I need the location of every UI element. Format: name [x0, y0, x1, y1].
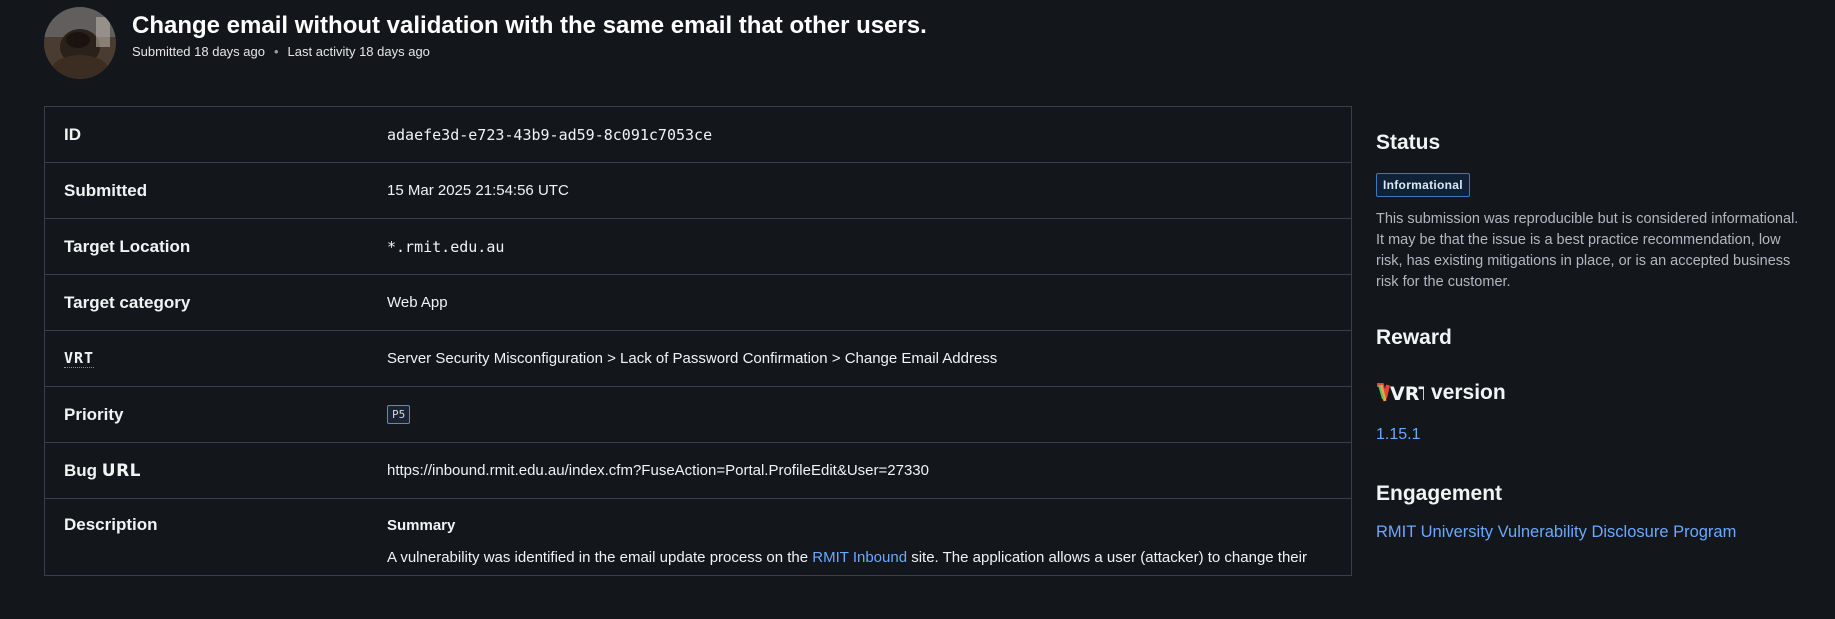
description-body: Summary A vulnerability was identified i…: [387, 517, 1327, 568]
vrt-version-link[interactable]: 1.15.1: [1376, 426, 1420, 444]
table-row: Submitted 15 Mar 2025 21:54:56 UTC: [45, 163, 1351, 219]
submission-meta: Submitted 18 days ago • Last activity 18 d…: [132, 44, 430, 59]
bug-url-label-prefix: Bug: [64, 460, 102, 480]
rmit-inbound-link[interactable]: RMIT Inbound: [812, 549, 907, 566]
target-category-label: Target category: [64, 292, 191, 312]
vrt-value: Server Security Misconfiguration > Lack …: [387, 350, 998, 367]
bug-url-value: https://inbound.rmit.edu.au/index.cfm?Fu…: [387, 462, 929, 479]
table-row: Priority P5: [45, 387, 1351, 443]
id-label: ID: [64, 124, 81, 144]
table-row: ID adaefe3d-e723-43b9-ad59-8c091c7053ce: [45, 107, 1351, 163]
submission-details-table: ID adaefe3d-e723-43b9-ad59-8c091c7053ce …: [44, 106, 1352, 576]
description-label: Description: [64, 515, 158, 534]
submitted-label: Submitted: [64, 180, 148, 200]
target-location-value: *.rmit.edu.au: [387, 237, 505, 256]
summary-heading: Summary: [387, 517, 456, 534]
description-paragraph: A vulnerability was identified in the em…: [387, 548, 1327, 568]
table-row: VRT Server Security Misconfiguration > L…: [45, 331, 1351, 387]
description-text-cont: site. The application allows a user (att…: [907, 549, 1307, 566]
reward-heading: Reward: [1376, 326, 1452, 349]
avatar[interactable]: [44, 7, 116, 79]
table-row: Target category Web App: [45, 275, 1351, 331]
target-location-label: Target Location: [64, 236, 191, 256]
engagement-link[interactable]: RMIT University Vulnerability Disclosure…: [1376, 523, 1736, 542]
engagement-heading: Engagement: [1376, 482, 1503, 505]
vrt-version-label: version: [1431, 381, 1506, 404]
submitted-ago: Submitted 18 days ago: [132, 44, 265, 59]
table-row: Bug URL https://inbound.rmit.edu.au/inde…: [45, 443, 1351, 499]
vrt-logo-icon: VRT: [1376, 382, 1424, 404]
description-text: A vulnerability was identified in the em…: [387, 549, 813, 566]
submitted-value: 15 Mar 2025 21:54:56 UTC: [387, 182, 569, 199]
id-value: adaefe3d-e723-43b9-ad59-8c091c7053ce: [387, 125, 713, 144]
bug-url-label: Bug URL: [64, 443, 141, 498]
status-description: This submission was reproducible but is …: [1376, 211, 1799, 290]
table-row: Target Location *.rmit.edu.au: [45, 219, 1351, 275]
vrt-label[interactable]: VRT: [64, 349, 95, 368]
target-category-value: Web App: [387, 294, 448, 311]
priority-badge[interactable]: P5: [387, 405, 411, 424]
bug-url-label-suffix: URL: [101, 460, 142, 481]
status-heading: Status: [1376, 131, 1441, 154]
last-activity: Last activity 18 days ago: [287, 44, 430, 59]
meta-separator: •: [273, 44, 279, 59]
table-row: Description Summary A vulnerability was …: [45, 499, 1351, 619]
status-badge: Informational: [1376, 173, 1470, 197]
priority-label: Priority: [64, 404, 124, 424]
page-title: Change email without validation with the…: [132, 12, 927, 39]
vrt-version-heading: VRT version: [1376, 381, 1506, 405]
vrt-logo-text: VRT: [1390, 383, 1424, 404]
